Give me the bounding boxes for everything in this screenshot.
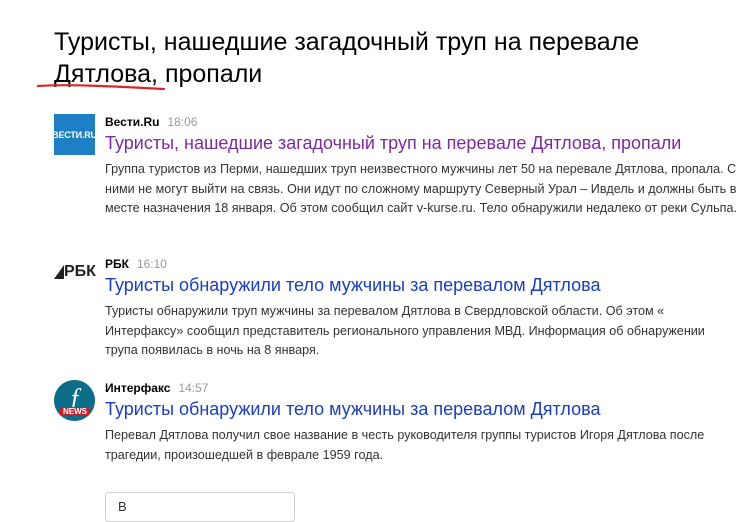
news-source[interactable]: РБК <box>105 257 129 271</box>
news-item: РБК РБК 16:10 Туристы обнаружили тело муж… <box>54 256 741 357</box>
news-time: 16:10 <box>136 257 167 271</box>
rbk-logo-text: РБК <box>64 263 96 280</box>
interfax-logo[interactable]: f NEWS <box>54 380 95 421</box>
vesti-logo-text: ВЕСТИ.RU <box>52 129 97 140</box>
news-time: 18:06 <box>167 115 198 129</box>
news-title-link[interactable]: Туристы обнаружили тело мужчины за перев… <box>105 273 600 297</box>
news-snippet: Туристы обнаружили труп мужчины за перев… <box>105 304 705 357</box>
news-source[interactable]: Интерфакс <box>105 381 170 395</box>
news-meta: Интерфакс 14:57 <box>105 380 208 396</box>
spellcheck-underline <box>36 84 166 91</box>
news-snippet: Перевал Дятлова получил свое название в … <box>105 428 705 462</box>
news-title-link[interactable]: Туристы, нашедшие загадочный труп на пер… <box>105 131 681 155</box>
news-item: ВЕСТИ.RU Вести.Ru 18:06 Туристы, нашедшие… <box>52 114 741 234</box>
news-time: 14:57 <box>178 381 209 395</box>
news-title-link[interactable]: Туристы обнаружили тело мужчины за перев… <box>105 397 600 421</box>
news-snippet: Группа туристов из Перми, нашедших труп … <box>105 162 737 215</box>
rbk-logo[interactable]: РБК <box>54 262 98 282</box>
news-source[interactable]: Вести.Ru <box>105 115 159 129</box>
news-meta: РБК 16:10 <box>105 256 167 272</box>
news-meta: Вести.Ru 18:06 <box>105 114 197 130</box>
vesti-logo[interactable]: ВЕСТИ.RU <box>52 114 97 155</box>
rbk-logo-mark-icon <box>54 265 64 279</box>
interfax-logo-text: NEWS <box>63 407 87 416</box>
news-item: f NEWS Интерфакс 14:57 Туристы обнаружили… <box>54 380 741 470</box>
more-button[interactable]: В <box>105 492 295 522</box>
